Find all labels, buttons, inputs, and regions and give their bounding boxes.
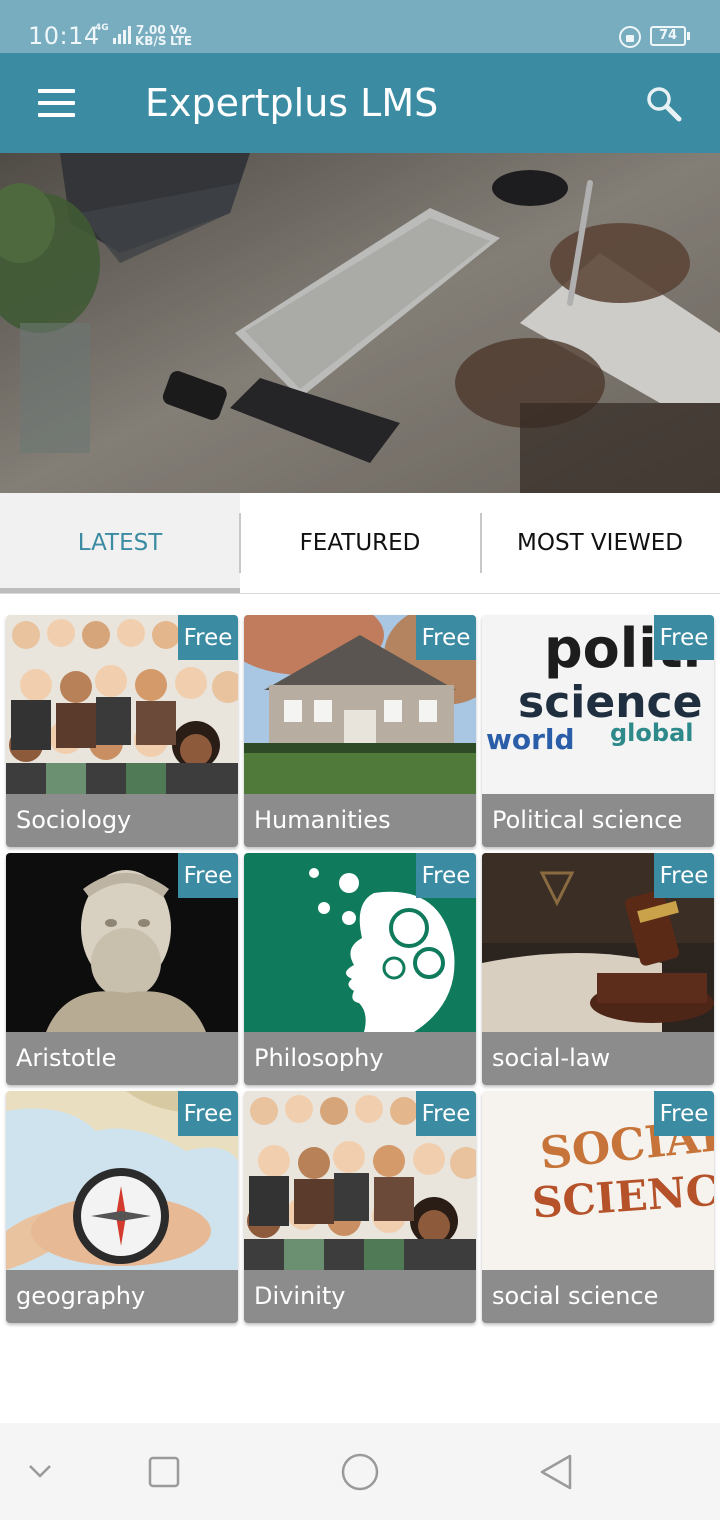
back-icon[interactable] bbox=[538, 1453, 574, 1491]
hamburger-menu-icon[interactable] bbox=[38, 89, 75, 117]
search-icon[interactable] bbox=[645, 85, 683, 123]
course-card-social-law[interactable]: Free social-law bbox=[482, 853, 714, 1085]
free-badge: Free bbox=[178, 853, 238, 898]
free-badge: Free bbox=[654, 615, 714, 660]
app-bar: Expertplus LMS bbox=[0, 53, 720, 153]
image-word-global: global bbox=[610, 719, 694, 747]
chevron-down-icon[interactable] bbox=[28, 1463, 52, 1479]
course-card-humanities[interactable]: Free Humanities bbox=[244, 615, 476, 847]
recent-apps-icon[interactable] bbox=[148, 1456, 180, 1488]
rotation-lock-icon bbox=[619, 26, 641, 48]
network-type: 4G bbox=[95, 23, 109, 33]
free-badge: Free bbox=[416, 615, 476, 660]
course-card-geography[interactable]: Free geography bbox=[6, 1091, 238, 1323]
course-title: Aristotle bbox=[6, 1032, 238, 1085]
signal-icon bbox=[113, 26, 131, 44]
free-badge: Free bbox=[416, 1091, 476, 1136]
free-badge: Free bbox=[178, 615, 238, 660]
free-badge: Free bbox=[654, 853, 714, 898]
active-tab-indicator bbox=[0, 588, 240, 593]
course-title: social-law bbox=[482, 1032, 714, 1085]
system-navigation-bar bbox=[0, 1423, 720, 1520]
tab-most-viewed[interactable]: MOST VIEWED bbox=[480, 493, 720, 593]
course-card-philosophy[interactable]: Free Philosophy bbox=[244, 853, 476, 1085]
hero-banner-image bbox=[0, 153, 720, 493]
course-card-sociology[interactable]: Free Sociology bbox=[6, 615, 238, 847]
course-title: social science bbox=[482, 1270, 714, 1323]
free-badge: Free bbox=[416, 853, 476, 898]
network-speed: 7.00 KB/S bbox=[135, 24, 167, 48]
home-icon[interactable] bbox=[340, 1452, 380, 1492]
status-time: 10:14 bbox=[28, 22, 100, 50]
course-title: Political science bbox=[482, 794, 714, 847]
course-title: Divinity bbox=[244, 1270, 476, 1323]
course-card-aristotle[interactable]: Free Aristotle bbox=[6, 853, 238, 1085]
volte-indicator: Vo LTE bbox=[170, 24, 193, 48]
course-card-political-science[interactable]: politi science world global Free Politic… bbox=[482, 615, 714, 847]
course-title: Humanities bbox=[244, 794, 476, 847]
tab-featured[interactable]: FEATURED bbox=[240, 493, 480, 593]
volte-bottom: LTE bbox=[170, 34, 193, 48]
course-card-social-science[interactable]: SOCIAL SCIENCE Free social science bbox=[482, 1091, 714, 1323]
tab-latest[interactable]: LATEST bbox=[0, 493, 240, 593]
course-title: Sociology bbox=[6, 794, 238, 847]
course-card-divinity[interactable]: Free Divinity bbox=[244, 1091, 476, 1323]
image-word-world: world bbox=[486, 723, 575, 756]
category-tabs: LATEST FEATURED MOST VIEWED bbox=[0, 493, 720, 594]
app-title: Expertplus LMS bbox=[145, 81, 439, 125]
course-title: Philosophy bbox=[244, 1032, 476, 1085]
battery-icon: 74 bbox=[650, 26, 690, 46]
speed-unit: KB/S bbox=[135, 34, 167, 48]
status-bar: 10:14 4G 7.00 KB/S Vo LTE 74 bbox=[0, 0, 720, 53]
free-badge: Free bbox=[654, 1091, 714, 1136]
free-badge: Free bbox=[178, 1091, 238, 1136]
course-title: geography bbox=[6, 1270, 238, 1323]
